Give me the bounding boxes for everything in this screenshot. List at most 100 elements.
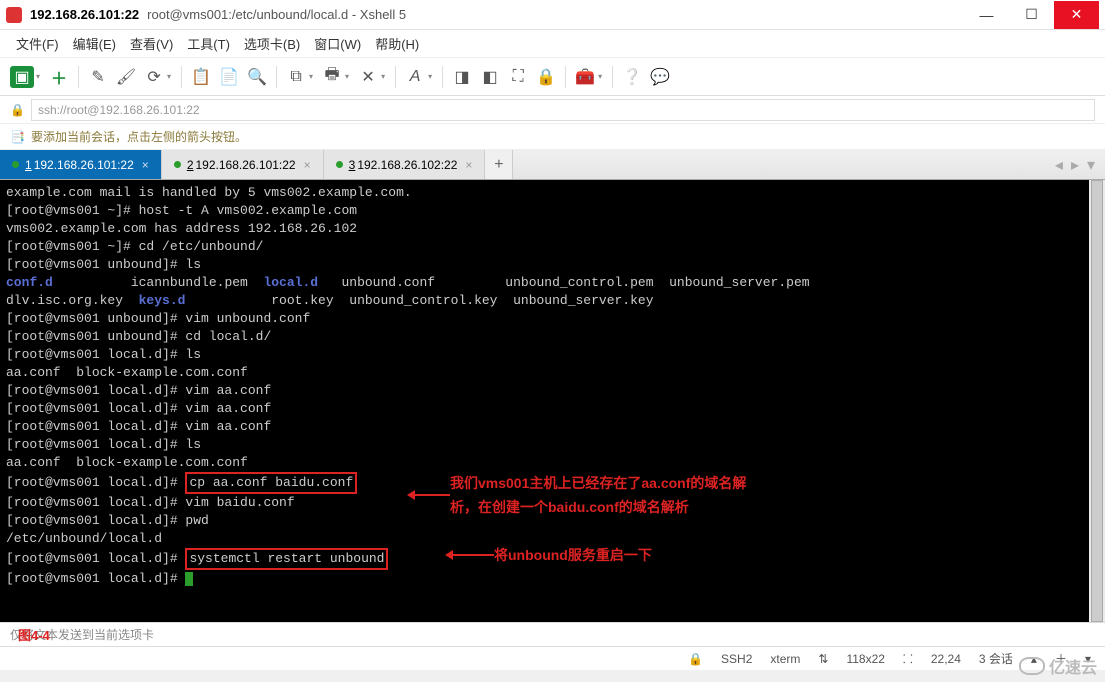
arrow-icon: [410, 494, 450, 496]
dropdown-icon[interactable]: ▾: [167, 72, 171, 81]
dropdown-icon[interactable]: ▾: [36, 72, 40, 81]
new-tab-button[interactable]: +: [485, 150, 513, 179]
lock-icon[interactable]: 🔒: [535, 66, 557, 88]
dropdown-icon[interactable]: ▾: [428, 72, 432, 81]
menu-view[interactable]: 查看(V): [130, 34, 173, 53]
dropdown-icon[interactable]: ▾: [345, 72, 349, 81]
refresh-icon[interactable]: ⟳: [143, 66, 165, 88]
toolbox-icon[interactable]: 🧰: [574, 66, 596, 88]
new-session-button[interactable]: ▣: [10, 66, 34, 88]
lock-small-icon: 🔒: [10, 103, 25, 117]
terminal-line: [root@vms001 local.d]# ls: [6, 436, 1099, 454]
tab-close-icon[interactable]: ×: [465, 158, 472, 172]
status-terminal-type: xterm: [770, 652, 800, 666]
menu-tab[interactable]: 选项卡(B): [244, 34, 300, 53]
minimize-button[interactable]: —: [964, 1, 1009, 29]
search-icon[interactable]: 🔍: [246, 66, 268, 88]
status-lock-icon: 🔒: [688, 652, 703, 666]
status-sessions: 3 会话: [979, 650, 1013, 667]
menu-edit[interactable]: 编辑(E): [73, 34, 116, 53]
toolbar: ▣ ▾ ＋ ✎ 🖌 ⟳ ▾ 📋 📄 🔍 ⧉ ▾ 🖶 ▾ ✕ ▾ A ▾ ◨ ◧ …: [0, 58, 1105, 96]
help-icon[interactable]: ❔: [621, 66, 643, 88]
addressbar: 🔒: [0, 96, 1105, 124]
scrollbar-thumb[interactable]: [1091, 180, 1103, 622]
dir-name: keys.d: [139, 293, 186, 308]
add-button[interactable]: ＋: [48, 66, 70, 88]
dropdown-icon[interactable]: ▾: [598, 72, 602, 81]
terminal-line: [root@vms001 local.d]# vim aa.conf: [6, 400, 1099, 418]
clear-icon[interactable]: ✕: [357, 66, 379, 88]
session-tab-1[interactable]: 1 192.168.26.101:22 ×: [0, 150, 162, 179]
dir-name: local.d: [263, 275, 318, 290]
dropdown-icon[interactable]: ▾: [381, 72, 385, 81]
font-icon[interactable]: A: [404, 66, 426, 88]
tab-close-icon[interactable]: ×: [142, 158, 149, 172]
highlighted-command: systemctl restart unbound: [185, 548, 388, 570]
terminal-line: [root@vms001 unbound]# ls: [6, 256, 1099, 274]
arrow-icon: [448, 554, 494, 556]
brush-icon[interactable]: 🖌: [115, 66, 137, 88]
menu-window[interactable]: 窗口(W): [314, 34, 361, 53]
tab-nav: ◂ ▸ ▾: [1055, 150, 1105, 179]
titlebar: 192.168.26.101:22 root@vms001:/etc/unbou…: [0, 0, 1105, 30]
tab-label: 192.168.26.101:22: [196, 158, 296, 172]
session-tab-3[interactable]: 3 192.168.26.102:22 ×: [324, 150, 486, 179]
menu-help[interactable]: 帮助(H): [375, 34, 419, 53]
chat-icon[interactable]: 💬: [649, 66, 671, 88]
tab-close-icon[interactable]: ×: [304, 158, 311, 172]
close-button[interactable]: ✕: [1054, 1, 1099, 29]
status-dot-icon: [174, 161, 181, 168]
session-tabbar: 1 192.168.26.101:22 × 2 192.168.26.101:2…: [0, 150, 1105, 180]
annotation-text-2: 将unbound服务重启一下: [494, 546, 652, 564]
print-icon[interactable]: 🖶: [321, 66, 343, 88]
menu-tools[interactable]: 工具(T): [187, 34, 230, 53]
session-tab-2[interactable]: 2 192.168.26.101:22 ×: [162, 150, 324, 179]
edit-icon[interactable]: ✎: [87, 66, 109, 88]
terminal-line: [root@vms001 unbound]# cd local.d/: [6, 328, 1099, 346]
dir-name: conf.d: [6, 275, 53, 290]
tab-prev-icon[interactable]: ◂: [1055, 155, 1063, 175]
separator: [442, 66, 443, 88]
terminal[interactable]: example.com mail is handled by 5 vms002.…: [0, 180, 1105, 622]
watermark: 亿速云: [1019, 654, 1097, 678]
expand-icon[interactable]: ⛶: [507, 66, 529, 88]
status-size-icon: ⇅: [818, 652, 828, 666]
scrollbar[interactable]: [1089, 180, 1105, 622]
cursor-icon: [185, 572, 193, 586]
dropdown-icon[interactable]: ▾: [309, 72, 313, 81]
left-pane-icon[interactable]: ◨: [451, 66, 473, 88]
statusbar: 🔒 SSH2 xterm ⇅ 118x22 ⸬ 22,24 3 会话 ▴ ＋ ▾: [0, 646, 1105, 670]
tab-menu-icon[interactable]: ▾: [1087, 155, 1095, 175]
terminal-line: aa.conf block-example.com.conf: [6, 454, 1099, 472]
terminal-line: aa.conf block-example.com.conf: [6, 364, 1099, 382]
tipbar: 📑 要添加当前会话，点击左侧的箭头按钮。: [0, 124, 1105, 150]
paste-icon[interactable]: 📄: [218, 66, 240, 88]
right-pane-icon[interactable]: ◧: [479, 66, 501, 88]
status-position: 22,24: [931, 652, 961, 666]
separator: [565, 66, 566, 88]
maximize-button[interactable]: ☐: [1009, 1, 1054, 29]
bookmark-icon[interactable]: 📑: [10, 130, 25, 144]
tab-next-icon[interactable]: ▸: [1071, 155, 1079, 175]
tab-number: 1: [25, 158, 32, 172]
status-dot-icon: [12, 161, 19, 168]
copy-icon[interactable]: 📋: [190, 66, 212, 88]
separator: [181, 66, 182, 88]
title-path: root@vms001:/etc/unbound/local.d - Xshel…: [147, 7, 406, 22]
tab-label: 192.168.26.102:22: [357, 158, 457, 172]
terminal-line: dlv.isc.org.key keys.d root.key unbound_…: [6, 292, 1099, 310]
status-connection: SSH2: [721, 652, 752, 666]
watermark-text: 亿速云: [1049, 654, 1097, 678]
terminal-line: conf.d icannbundle.pem local.d unbound.c…: [6, 274, 1099, 292]
terminal-line: [root@vms001 ~]# host -t A vms002.exampl…: [6, 202, 1099, 220]
terminal-line: example.com mail is handled by 5 vms002.…: [6, 184, 1099, 202]
terminal-line: [root@vms001 local.d]# vim aa.conf: [6, 382, 1099, 400]
app-window: 192.168.26.101:22 root@vms001:/etc/unbou…: [0, 0, 1105, 670]
window-controls: — ☐ ✕: [964, 1, 1099, 29]
status-pos-icon: ⸬: [903, 650, 913, 667]
properties-icon[interactable]: ⧉: [285, 66, 307, 88]
terminal-line: vms002.example.com has address 192.168.2…: [6, 220, 1099, 238]
separator: [78, 66, 79, 88]
address-input[interactable]: [31, 99, 1095, 121]
menu-file[interactable]: 文件(F): [16, 34, 59, 53]
